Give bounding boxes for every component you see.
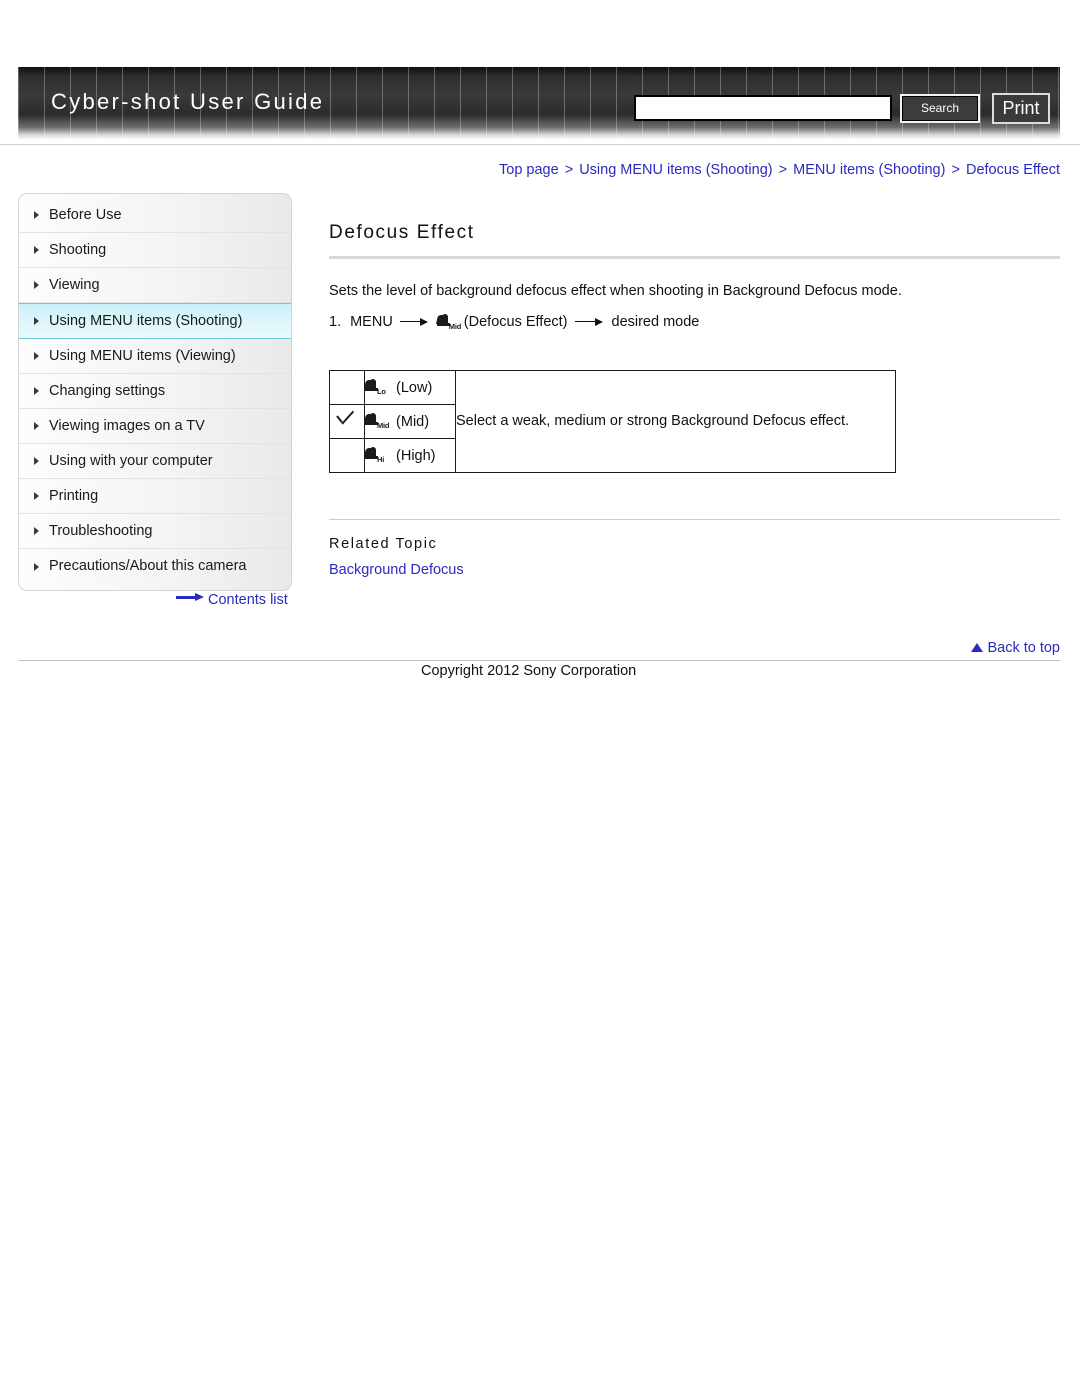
sidebar-item-label: Shooting xyxy=(49,242,107,258)
table-row: Lo (Low) Select a weak, medium or strong… xyxy=(329,369,896,473)
row-mode-cell-mid: Mid (Mid) xyxy=(364,403,456,439)
sidebar-item-troubleshooting[interactable]: Troubleshooting xyxy=(19,514,291,549)
related-topic-divider xyxy=(329,518,1060,520)
sidebar-item-label: Using MENU items (Viewing) xyxy=(49,348,236,364)
sidebar-item-label: Before Use xyxy=(49,207,122,223)
breadcrumb: Top page > Using MENU items (Shooting) >… xyxy=(499,162,1060,178)
sidebar-item-label: Using MENU items (Shooting) xyxy=(49,313,243,329)
sidebar-item-shooting[interactable]: Shooting xyxy=(19,233,291,268)
row-mode-label: (Mid) xyxy=(396,413,430,430)
breadcrumb-separator: > xyxy=(564,162,574,178)
row-mode-cell-high: Hi (High) xyxy=(364,437,456,473)
row-check-cell-low xyxy=(329,369,365,405)
step-result: desired mode xyxy=(611,313,700,330)
arrow-right-icon xyxy=(399,317,430,327)
search-input[interactable] xyxy=(634,95,892,121)
step-menu-label: MENU xyxy=(350,313,393,330)
sidebar-item-viewing-images-on-a-tv[interactable]: Viewing images on a TV xyxy=(19,409,291,444)
triangle-right-icon xyxy=(34,246,39,254)
triangle-right-icon xyxy=(34,562,39,571)
defocus-effect-icon: Mid xyxy=(435,313,462,331)
triangle-right-icon xyxy=(34,352,39,360)
triangle-up-icon xyxy=(971,643,984,652)
related-topic-link-background-defocus[interactable]: Background Defocus xyxy=(329,562,464,578)
search-button[interactable]: Search xyxy=(900,94,980,123)
brand-title: Cyber-shot User Guide xyxy=(51,89,325,114)
related-topic-heading: Related Topic xyxy=(329,535,438,552)
sidebar-item-label: Changing settings xyxy=(49,383,166,399)
sidebar-item-label: Troubleshooting xyxy=(49,523,153,539)
defocus-icon-subscript: Mid xyxy=(448,321,462,331)
triangle-right-icon xyxy=(34,281,39,289)
triangle-right-icon xyxy=(34,387,39,395)
step-number: 1. xyxy=(329,313,342,330)
triangle-right-icon xyxy=(34,492,39,500)
sidebar-item-viewing[interactable]: Viewing xyxy=(19,268,291,303)
triangle-right-icon xyxy=(34,527,39,535)
defocus-effect-high-icon: Hi xyxy=(364,446,390,464)
defocus-icon-subscript: Lo xyxy=(377,386,386,396)
checkmark-icon xyxy=(336,410,358,428)
sidebar-item-label: Precautions/About this camera xyxy=(49,558,247,574)
footer-divider xyxy=(18,660,1060,661)
row-mode-label: (High) xyxy=(396,447,436,464)
triangle-right-icon xyxy=(34,457,39,465)
contents-list-label: Contents list xyxy=(208,592,288,608)
row-check-cell-mid xyxy=(329,403,365,439)
intro-paragraph: Sets the level of background defocus eff… xyxy=(329,283,902,299)
row-mode-cell-low: Lo (Low) xyxy=(364,369,456,405)
main-content: Defocus Effect Sets the level of backgro… xyxy=(329,222,1060,579)
breadcrumb-item-using-menu-items-shooting[interactable]: Using MENU items (Shooting) xyxy=(579,162,772,178)
contents-list-link[interactable]: Contents list xyxy=(176,592,288,608)
page-title: Defocus Effect xyxy=(329,222,475,243)
breadcrumb-item-menu-items-shooting[interactable]: MENU items (Shooting) xyxy=(793,162,945,178)
row-mode-label: (Low) xyxy=(396,379,433,396)
sidebar-item-label: Using with your computer xyxy=(49,453,213,469)
sidebar-item-label: Printing xyxy=(49,488,99,504)
sidebar-item-using-menu-items-shooting[interactable]: Using MENU items (Shooting) xyxy=(19,303,291,339)
arrow-right-icon xyxy=(176,593,204,602)
triangle-right-icon xyxy=(34,317,39,325)
sidebar-item-label: Viewing images on a TV xyxy=(49,418,205,434)
sidebar-item-using-with-your-computer[interactable]: Using with your computer xyxy=(19,444,291,479)
defocus-effect-mid-icon: Mid xyxy=(364,412,390,430)
step-icon-caption: (Defocus Effect) xyxy=(463,313,568,330)
step-instruction: 1. MENU Mid (Defocus Effect) desired mod… xyxy=(329,313,1060,331)
arrow-right-icon xyxy=(574,317,605,327)
defocus-options-table: Lo (Low) Select a weak, medium or strong… xyxy=(329,369,896,473)
breadcrumb-item-top-page[interactable]: Top page xyxy=(499,162,559,178)
defocus-icon-subscript: Mid xyxy=(377,420,390,430)
sidebar-item-changing-settings[interactable]: Changing settings xyxy=(19,374,291,409)
back-to-top-link[interactable]: Back to top xyxy=(971,640,1060,656)
sidebar-item-using-menu-items-viewing[interactable]: Using MENU items (Viewing) xyxy=(19,339,291,374)
breadcrumb-separator: > xyxy=(778,162,788,178)
sidebar-item-precautions-about-this-camera[interactable]: Precautions/About this camera xyxy=(19,549,291,584)
copyright-text: Copyright 2012 Sony Corporation xyxy=(421,663,637,679)
back-to-top-label: Back to top xyxy=(987,640,1060,656)
defocus-effect-low-icon: Lo xyxy=(364,378,390,396)
breadcrumb-item-defocus-effect[interactable]: Defocus Effect xyxy=(966,162,1060,178)
triangle-right-icon xyxy=(34,211,39,219)
breadcrumb-separator: > xyxy=(951,162,960,178)
sidebar-item-before-use[interactable]: Before Use xyxy=(19,198,291,233)
title-divider xyxy=(329,256,1060,259)
triangle-right-icon xyxy=(34,422,39,430)
header-divider xyxy=(0,144,1080,145)
print-button[interactable]: Print xyxy=(992,93,1050,124)
sidebar-item-printing[interactable]: Printing xyxy=(19,479,291,514)
defocus-icon-subscript: Hi xyxy=(377,454,385,464)
row-description-cell: Select a weak, medium or strong Backgrou… xyxy=(455,369,896,473)
sidebar-item-label: Viewing xyxy=(49,277,100,293)
sidebar-navigation: Before Use Shooting Viewing Using MENU i… xyxy=(18,193,292,591)
row-check-cell-high xyxy=(329,437,365,473)
